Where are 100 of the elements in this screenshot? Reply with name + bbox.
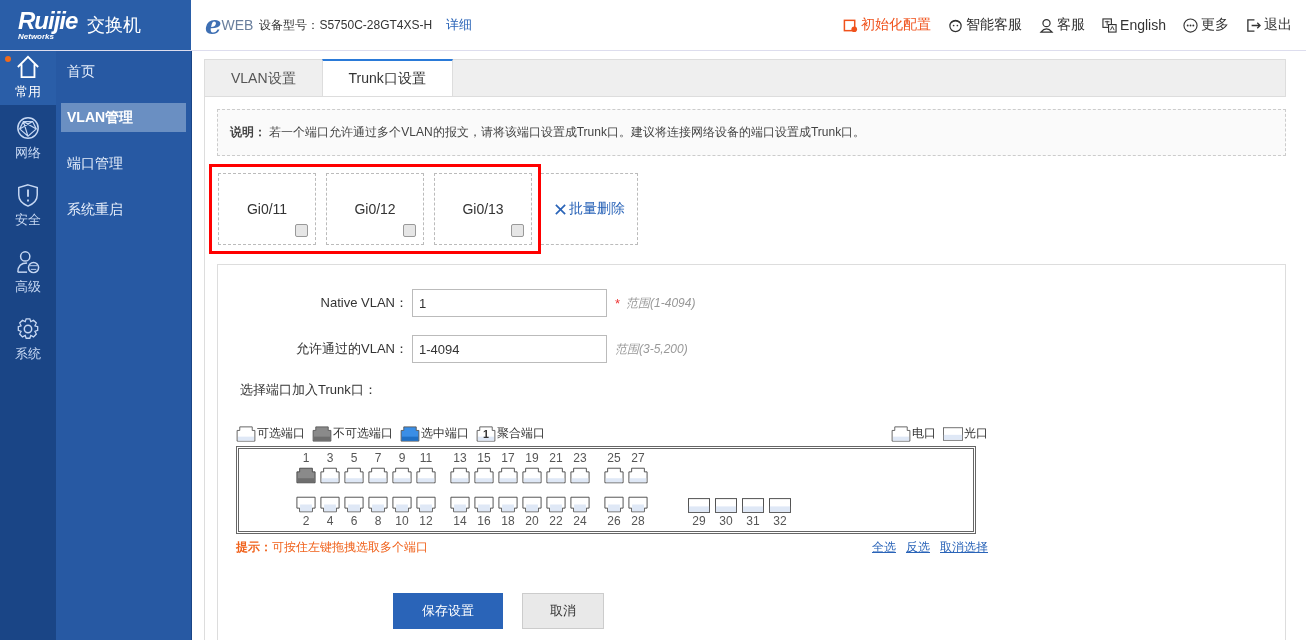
copper-port-icon[interactable] [296, 496, 316, 513]
category-tab[interactable]: 安全 [0, 172, 56, 239]
copper-port-icon[interactable] [392, 467, 412, 484]
checkbox[interactable] [403, 224, 416, 237]
port-number: 16 [477, 515, 491, 528]
copper-port-icon[interactable] [368, 467, 388, 484]
port-name: Gi0/13 [462, 201, 504, 217]
copper-port-icon[interactable] [320, 496, 340, 513]
selection-link[interactable]: 全选 [872, 539, 896, 556]
category-tab[interactable]: 常用 [0, 51, 56, 105]
field-label: Native VLAN： [319, 294, 409, 312]
eweb-logo-text: WEB [221, 17, 254, 33]
product-title: 交换机 [87, 14, 142, 37]
port-number: 27 [631, 452, 645, 465]
eweb-logo-mark: e [205, 12, 222, 38]
fiber-port-icon[interactable] [688, 498, 710, 513]
copper-port-icon[interactable] [368, 496, 388, 513]
trunk-port-card[interactable]: Gi0/11 [218, 173, 316, 245]
tab[interactable]: Trunk口设置 [321, 59, 453, 96]
port-number: 17 [501, 452, 515, 465]
copper-port-icon[interactable] [344, 496, 364, 513]
copper-port-icon[interactable] [416, 467, 436, 484]
port-number: 15 [477, 452, 491, 465]
copper-port-icon[interactable] [498, 496, 518, 513]
port-number: 5 [350, 452, 358, 465]
copper-port-icon[interactable] [628, 496, 648, 513]
port-number: 28 [631, 515, 645, 528]
submenu-item[interactable]: 首页 [61, 57, 186, 86]
submenu-item[interactable]: 系统重启 [61, 195, 186, 224]
copper-port-icon[interactable] [474, 496, 494, 513]
tab[interactable]: VLAN设置 [205, 60, 322, 96]
copper-port-icon[interactable] [450, 467, 470, 484]
range-hint: 范围(1-4094) [626, 294, 696, 312]
port-number: 11 [419, 452, 433, 465]
globe-icon [16, 115, 40, 140]
copper-port-icon[interactable] [604, 467, 624, 484]
field-label: 允许通过的VLAN： [295, 340, 409, 358]
copper-port-icon[interactable] [522, 467, 542, 484]
header-action-link[interactable]: 退出 [1246, 16, 1292, 34]
header-action-link[interactable]: 更多 [1183, 16, 1229, 34]
port-number: 19 [525, 452, 539, 465]
trunk-port-card[interactable]: Gi0/12 [326, 173, 424, 245]
cancel-button[interactable]: 取消 [522, 593, 604, 629]
legend-label: 光口 [964, 425, 988, 442]
copper-port-icon[interactable] [392, 496, 412, 513]
port-number: 10 [395, 515, 409, 528]
copper-port-icon[interactable] [498, 467, 518, 484]
selection-link[interactable]: 取消选择 [940, 539, 988, 556]
copper-port-icon[interactable] [570, 467, 590, 484]
port-number: 25 [607, 452, 621, 465]
legend-label: 可选端口 [257, 425, 305, 442]
trunk-port-card[interactable]: Gi0/13 [434, 173, 532, 245]
close-icon [553, 202, 567, 216]
port-number: 13 [453, 452, 467, 465]
port-number: 1 [302, 452, 310, 465]
details-link[interactable]: 详细 [446, 16, 473, 34]
fiber-port-icon [943, 426, 963, 441]
copper-port-icon[interactable] [344, 467, 364, 484]
port-number: 2 [302, 515, 310, 528]
copper-port-icon[interactable] [450, 496, 470, 513]
save-button[interactable]: 保存设置 [393, 593, 503, 629]
notice-text: 说明： 若一个端口允许通过多个VLAN的报文，请将该端口设置成Trunk口。建议将连接网络设备的端口设置成Trunk口。 [217, 109, 1286, 156]
copper-port-icon[interactable] [320, 467, 340, 484]
model-number: S5750C-28GT4XS-H [319, 18, 433, 32]
header-action-link[interactable]: 客服 [1039, 16, 1086, 34]
copper-port-icon[interactable] [628, 467, 648, 484]
copper-port-icon[interactable] [546, 467, 566, 484]
category-tab[interactable]: 系统 [0, 306, 56, 373]
header-action-link[interactable]: 智能客服 [948, 16, 1023, 34]
category-tab[interactable]: 高级 [0, 239, 56, 306]
header-action-link[interactable]: English [1102, 16, 1166, 34]
port-number: 29 [692, 515, 706, 528]
fiber-port-icon[interactable] [742, 498, 764, 513]
settings-icon [16, 316, 40, 341]
fiber-port-icon[interactable] [715, 498, 737, 513]
legend-label: 电口 [912, 425, 936, 442]
category-tab[interactable]: 网络 [0, 105, 56, 172]
copper-port-icon[interactable] [546, 496, 566, 513]
checkbox[interactable] [295, 224, 308, 237]
port-name: Gi0/11 [246, 201, 288, 217]
header-action-link[interactable]: 初始化配置 [843, 16, 932, 34]
checkbox[interactable] [511, 224, 524, 237]
selection-link[interactable]: 反选 [906, 539, 930, 556]
input-field[interactable]: 1 [412, 289, 607, 317]
copper-port-icon[interactable] [522, 496, 542, 513]
copper-port-icon[interactable] [416, 496, 436, 513]
shield-icon [16, 182, 40, 207]
input-field[interactable]: 1-4094 [412, 335, 607, 363]
aggregate-port-icon: 1 [476, 425, 496, 442]
model-label: 设备型号： [259, 16, 320, 34]
copper-port-icon[interactable] [474, 467, 494, 484]
logout-icon [1246, 17, 1261, 33]
robot-face-icon [948, 17, 964, 33]
fiber-port-icon[interactable] [769, 498, 791, 513]
copper-port-icon[interactable] [570, 496, 590, 513]
batch-delete-button[interactable]: 批量删除 [541, 173, 638, 245]
copper-port-icon[interactable] [604, 496, 624, 513]
submenu-item[interactable]: 端口管理 [61, 149, 186, 178]
port-status-icon [236, 425, 256, 442]
port-name: Gi0/12 [354, 201, 396, 217]
